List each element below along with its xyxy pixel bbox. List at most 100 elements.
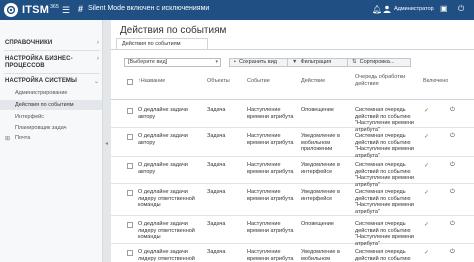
row-checkbox[interactable] [127,250,133,256]
sidebar-splitter[interactable]: ◂ [103,20,111,262]
view-select[interactable]: [Выберите вид] ▾ [124,58,221,67]
logo[interactable]: ITSM365 [4,2,59,18]
toggle-power-icon[interactable]: ⏻ [450,221,455,228]
toggle-power-icon[interactable]: ⏻ [450,249,455,256]
cell-action-line: Уведомление в [301,133,340,139]
row-checkbox[interactable] [127,163,133,169]
cell-action: Оповещение [301,107,334,114]
sidebar-item-mail[interactable]: Почта [15,135,30,141]
enabled-check-icon: ✓ [424,250,430,256]
enabled-check-icon: ✓ [424,108,430,114]
silent-mode-status[interactable]: Silent Mode включен с исключениями [88,5,209,12]
column-event[interactable]: Событие [247,78,270,85]
row-checkbox[interactable] [127,222,133,228]
cell-event: Наступление времени атрибута [247,133,293,146]
cell-name-line: О дедлайне задачи [138,189,188,195]
cell-action: Уведомление вмобильномприложении [301,249,340,262]
cell-queue-line: атрибута" [355,208,380,215]
table-row[interactable]: О дедлайне задачи автору Задача Наступление… [111,128,474,159]
cell-name-line: О дедлайне задачи [138,221,188,227]
cell-objects-line: Задача [207,107,226,113]
save-view-button[interactable]: ▪ Сохранить вид [229,58,291,67]
cell-name-line: автору [138,113,156,120]
cell-action-line: интерфейсе [301,195,333,202]
table-row[interactable]: О дедлайне задачилидеру ответственнойком… [111,244,474,262]
cell-queue-line: Системная очередь [355,133,406,139]
cell-queue-line: Системная очередь [355,249,406,255]
cell-action-line: интерфейсе [301,168,333,175]
sidebar-item-interface[interactable]: Интерфейс [15,114,44,120]
cell-queue-line: Системная очередь [355,221,406,227]
logo-icon [4,3,18,17]
camera-icon[interactable]: ▣ [440,4,448,13]
user-icon [383,5,391,13]
cell-event-line: Наступление [247,133,281,139]
cell-queue-line: действий по событию [355,255,411,262]
tab-event-actions[interactable]: Действия по событиям [116,38,208,49]
cell-name-line: О дедлайне задачи [138,133,188,139]
cell-name-line: лидеру ответственной [138,195,195,202]
sidebar-item-administration[interactable]: Администрирование [15,90,67,96]
cell-queue-line: действий по событию [355,168,411,175]
sidebar-section-business-processes[interactable]: НАСТРОЙКА БИЗНЕС- ПРОЦЕССОВ › [5,56,101,70]
column-enabled[interactable]: Включено [423,78,448,85]
power-icon[interactable]: ⏻ [458,4,464,14]
cell-objects-line: Задача [207,133,226,139]
cell-action-line: приложении [301,146,333,152]
cell-queue-line: "Наступление времени [355,120,414,126]
cell-objects: Задача [207,133,225,140]
row-checkbox[interactable] [127,134,133,140]
filter-button[interactable]: ▼ Фильтрация [287,58,351,67]
cell-queue-line: "Наступление времени [355,234,414,240]
cell-name-line: команды [138,202,161,208]
hamburger-icon[interactable]: ☰ [62,5,70,15]
toggle-power-icon[interactable]: ⏻ [450,133,455,140]
toggle-power-icon[interactable]: ⏻ [450,107,455,114]
cell-queue-line: действий по событию [355,195,411,202]
cell-objects: Задача [207,249,225,256]
table-row[interactable]: О дедлайне задачи автору Задача Наступление… [111,157,474,188]
sidebar-section-directories[interactable]: СПРАВОЧНИКИ › [5,40,101,46]
filter-icon: ▼ [292,59,298,65]
cell-event: Наступление времени атрибута [247,162,293,175]
cell-name-line: лидеру ответственной [138,255,195,262]
cell-name: О дедлайне задачилидеру ответственнойком… [138,189,195,209]
cell-queue-line: действий по событию [355,139,411,146]
enabled-check-icon: ✓ [424,190,430,196]
cell-action-line: Оповещение [301,221,334,227]
cell-action-line: мобильном [301,139,331,146]
column-name[interactable]: ↑Название [138,78,165,85]
bell-icon[interactable]: 🔔︎ [372,5,382,14]
cell-event-line: времени атрибута [247,195,294,202]
sidebar-item-scheduler[interactable]: Планировщик задач [15,125,67,131]
table-row[interactable]: О дедлайне задачи автору Задача Наступление… [111,102,474,133]
user-name[interactable]: Администратор [394,6,434,12]
cell-event-line: Наступление [247,162,281,168]
column-objects[interactable]: Объекты [207,78,230,85]
page-title: Действия по событиям [120,25,227,36]
cell-queue-line: Системная очередь [355,189,406,195]
column-queue[interactable]: Очередь обработки действия [355,74,405,87]
cell-event: Наступление времени атрибута [247,107,293,120]
cell-name-line: команды [138,234,161,240]
table-header: ↑Название Объекты Событие Действие Очере… [111,70,474,100]
toggle-power-icon[interactable]: ⏻ [450,162,455,169]
cell-queue-line: действий по событию [355,227,411,234]
cell-name-line: автору [138,139,156,146]
sidebar-section-system-settings[interactable]: НАСТРОЙКА СИСТЕМЫ ⌄ [5,78,101,85]
table-row[interactable]: О дедлайне задачилидеру ответственнойком… [111,216,474,247]
row-checkbox[interactable] [127,108,133,114]
cell-event-line: Наступление [247,189,281,195]
expand-plus-icon[interactable]: ⊞ [5,135,10,142]
cell-name-line: О дедлайне задачи [138,107,188,113]
column-action[interactable]: Действие [301,78,325,85]
save-icon: ▪ [234,59,236,65]
sidebar-item-event-actions[interactable]: Действия по событиям [0,100,102,110]
sort-button[interactable]: ⇅ Сортировка... [347,58,411,67]
select-all-checkbox[interactable] [127,79,133,85]
cell-action-line: Уведомление в [301,189,340,195]
toggle-power-icon[interactable]: ⏻ [450,189,455,196]
row-checkbox[interactable] [127,190,133,196]
table-row[interactable]: О дедлайне задачилидеру ответственнойком… [111,184,474,216]
cell-queue-line: "Наступление времени [355,146,414,152]
